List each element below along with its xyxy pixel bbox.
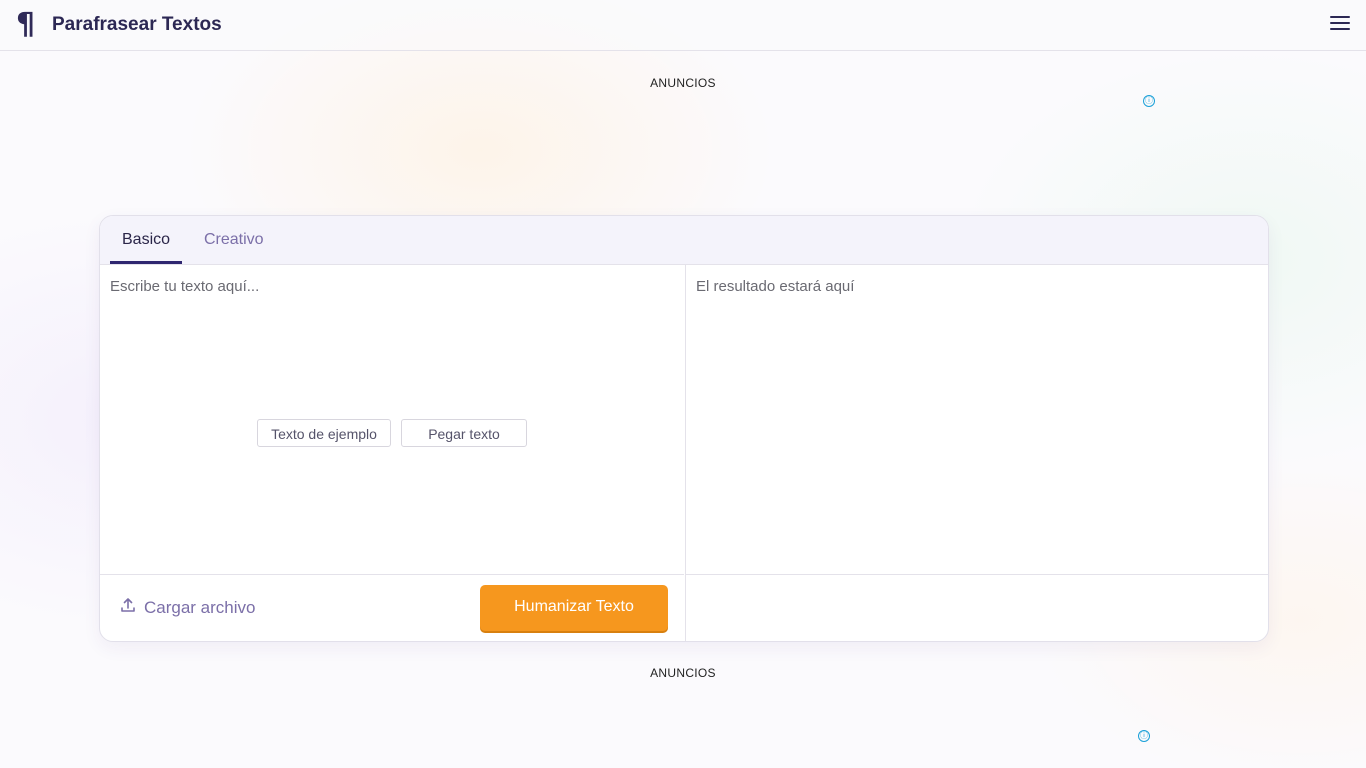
output-area: El resultado estará aquí	[685, 265, 1268, 574]
ad-label-top: ANUNCIOS	[650, 76, 716, 90]
ad-info-icon[interactable]: ⓘ	[1143, 95, 1155, 107]
paste-text-button[interactable]: Pegar texto	[401, 419, 527, 447]
hamburger-menu-icon[interactable]	[1330, 16, 1350, 32]
mode-tabs: Basico Creativo	[100, 216, 1268, 265]
tab-creativo[interactable]: Creativo	[204, 231, 264, 249]
upload-icon	[121, 598, 135, 612]
pilcrow-icon[interactable]: ¶	[16, 10, 42, 40]
ad-info-icon[interactable]: ⓘ	[1138, 730, 1150, 742]
sample-text-button[interactable]: Texto de ejemplo	[257, 419, 391, 447]
input-textarea[interactable]: Escribe tu texto aquí... Texto de ejempl…	[100, 265, 684, 574]
humanize-text-button[interactable]: Humanizar Texto	[480, 585, 668, 631]
site-title[interactable]: Parafrasear Textos	[52, 14, 222, 36]
input-placeholder: Escribe tu texto aquí...	[110, 278, 260, 295]
paraphrase-tool-card: Basico Creativo Escribe tu texto aquí...…	[99, 215, 1269, 642]
output-placeholder: El resultado estará aquí	[696, 278, 855, 295]
output-footer	[685, 574, 1268, 641]
active-tab-indicator	[110, 261, 182, 264]
top-navbar: ¶ Parafrasear Textos	[0, 0, 1366, 51]
tab-basico[interactable]: Basico	[122, 231, 170, 249]
ad-label-bottom: ANUNCIOS	[650, 666, 716, 680]
upload-label: Cargar archivo	[144, 598, 256, 617]
input-footer: Cargar archivo Humanizar Texto	[100, 574, 684, 641]
